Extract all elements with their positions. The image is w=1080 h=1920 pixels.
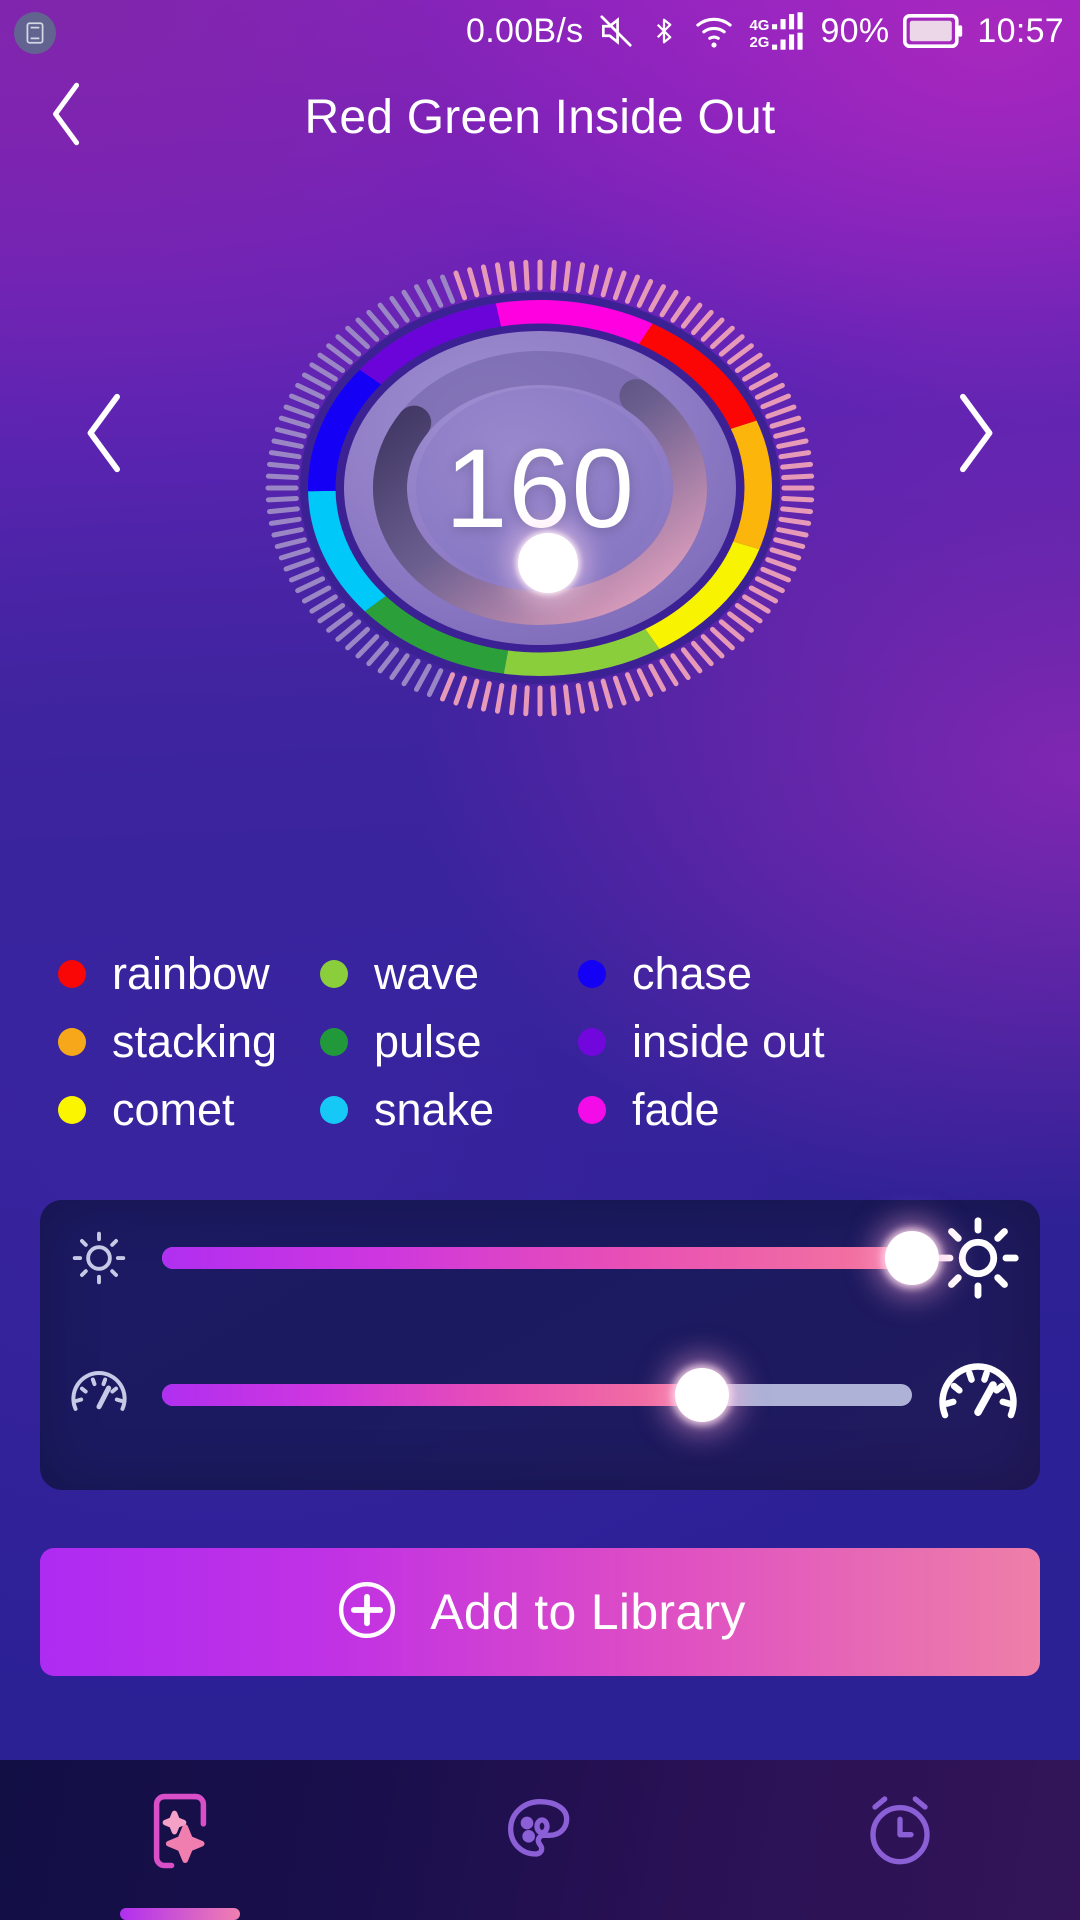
mute-icon: [597, 12, 635, 50]
legend-dot: [58, 960, 86, 988]
nav-item-timer[interactable]: [720, 1760, 1080, 1920]
color-dial[interactable]: 160: [190, 208, 890, 768]
legend-item-fade[interactable]: fade: [578, 1084, 978, 1136]
legend-dot: [578, 960, 606, 988]
app-header: Red Green Inside Out: [0, 62, 1080, 172]
nav-item-palette[interactable]: [360, 1760, 720, 1920]
legend-item-comet[interactable]: comet: [0, 1084, 320, 1136]
signal-icon: 4G 2G: [749, 12, 806, 50]
brightness-thumb[interactable]: [885, 1231, 939, 1285]
legend-dot: [578, 1028, 606, 1056]
legend-dot: [320, 960, 348, 988]
brightness-slider[interactable]: [162, 1231, 939, 1285]
brightness-low-icon: [40, 1227, 158, 1289]
legend-label: chase: [632, 948, 753, 999]
legend-label: fade: [632, 1084, 720, 1135]
legend-item-chase[interactable]: chase: [578, 948, 978, 1000]
app-screen: 0.00B/s 4G 2G 90% 10:57 Red Green Inside…: [0, 0, 1080, 1920]
legend-row: comet snake fade: [0, 1076, 1080, 1144]
clock: 10:57: [977, 11, 1064, 50]
legend-item-stacking[interactable]: stacking: [0, 1016, 320, 1068]
wifi-icon: [693, 14, 735, 48]
effect-mode-legend: rainbow wave chase stacking pulse inside…: [0, 940, 1080, 1144]
battery-icon: [903, 14, 963, 48]
battery-percent: 90%: [820, 11, 890, 50]
chevron-left-icon: [76, 388, 134, 483]
status-bar: 0.00B/s 4G 2G 90% 10:57: [0, 0, 1080, 62]
legend-label: snake: [374, 1084, 495, 1135]
speed-thumb[interactable]: [675, 1368, 729, 1422]
legend-row: rainbow wave chase: [0, 940, 1080, 1008]
alarm-clock-icon: [860, 1789, 940, 1878]
status-bar-right: 0.00B/s 4G 2G 90% 10:57: [466, 0, 1064, 62]
legend-item-wave[interactable]: wave: [320, 948, 578, 1000]
speed-slider-row: [40, 1345, 1040, 1445]
speed-low-icon: [40, 1363, 158, 1427]
speed-high-icon: [916, 1352, 1040, 1438]
legend-row: stacking pulse inside out: [0, 1008, 1080, 1076]
add-to-library-button[interactable]: Add to Library: [40, 1548, 1040, 1676]
legend-label: comet: [112, 1084, 235, 1135]
speed-slider[interactable]: [162, 1368, 912, 1422]
next-effect-button[interactable]: [920, 375, 1030, 495]
slider-panel: [40, 1200, 1040, 1490]
legend-label: rainbow: [112, 948, 270, 999]
legend-dot: [58, 1096, 86, 1124]
page-title: Red Green Inside Out: [304, 90, 776, 144]
bottom-nav: [0, 1760, 1080, 1920]
dial-knob[interactable]: [518, 533, 578, 593]
network-speed: 0.00B/s: [466, 11, 584, 50]
bluetooth-icon: [649, 12, 679, 50]
screenshot-icon: [14, 12, 56, 54]
brightness-fill: [162, 1247, 912, 1269]
legend-item-pulse[interactable]: pulse: [320, 1016, 578, 1068]
legend-label: stacking: [112, 1016, 278, 1067]
speed-fill: [162, 1384, 702, 1406]
legend-label: pulse: [374, 1016, 482, 1067]
signal-2g-label: 2G: [749, 34, 770, 51]
nav-active-indicator: [120, 1908, 240, 1920]
legend-dot: [320, 1028, 348, 1056]
legend-label: inside out: [632, 1016, 825, 1067]
legend-item-inside-out[interactable]: inside out: [578, 1016, 978, 1068]
add-to-library-label: Add to Library: [430, 1584, 746, 1640]
legend-dot: [578, 1096, 606, 1124]
legend-dot: [58, 1028, 86, 1056]
effect-dial-area: 160: [0, 200, 1080, 770]
legend-dot: [320, 1096, 348, 1124]
signal-4g-label: 4G: [749, 17, 770, 34]
legend-item-snake[interactable]: snake: [320, 1084, 578, 1136]
effects-sparkle-icon: [141, 1788, 219, 1879]
dial-value: 160: [445, 425, 635, 551]
legend-label: wave: [374, 948, 480, 999]
palette-icon: [500, 1791, 580, 1876]
brightness-slider-row: [40, 1208, 1040, 1308]
plus-circle-icon: [334, 1577, 400, 1648]
chevron-right-icon: [946, 388, 1004, 483]
legend-item-rainbow[interactable]: rainbow: [0, 948, 320, 1000]
previous-effect-button[interactable]: [50, 375, 160, 495]
nav-item-effects[interactable]: [0, 1760, 360, 1920]
